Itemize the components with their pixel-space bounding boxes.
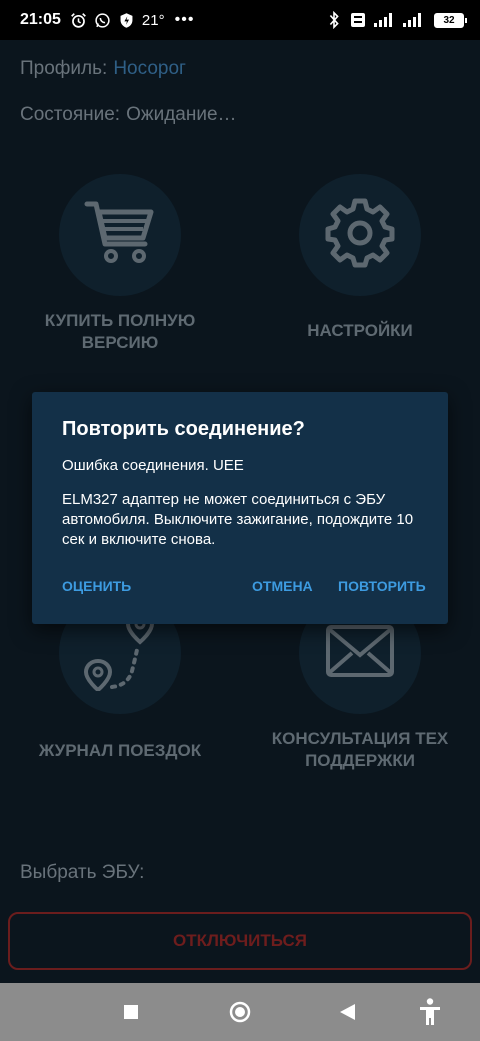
bluetooth-icon (325, 11, 343, 29)
battery-icon: 32 (434, 12, 467, 28)
settings-tile[interactable]: НАСТРОЙКИ (260, 174, 460, 342)
status-temperature: 21° (141, 11, 165, 29)
state-label: Состояние: (20, 104, 121, 125)
retry-connection-dialog: Повторить соединение? Ошибка соединения.… (32, 392, 448, 624)
support-label-line2: ПОДДЕРЖКИ (305, 751, 415, 770)
home-icon[interactable] (228, 1000, 252, 1024)
whatsapp-icon (94, 11, 112, 29)
settings-circle (299, 174, 421, 296)
status-overflow: ••• (174, 11, 195, 28)
signal-icon (373, 11, 395, 29)
gear-icon (324, 197, 396, 274)
cart-icon (83, 198, 157, 273)
alarm-icon (70, 11, 88, 29)
buy-circle (59, 174, 181, 296)
status-bar: 21:05 21° ••• 32 (0, 0, 480, 40)
trips-label: ЖУРНАЛ ПОЕЗДОК (20, 740, 220, 762)
buy-label: КУПИТЬ ПОЛНУЮ ВЕРСИЮ (20, 310, 220, 354)
settings-label-line1: НАСТРОЙКИ (307, 321, 413, 340)
accessibility-icon[interactable] (418, 997, 442, 1027)
buy-full-version-tile[interactable]: КУПИТЬ ПОЛНУЮ ВЕРСИЮ (20, 174, 220, 354)
trips-label-line1: ЖУРНАЛ ПОЕЗДОК (38, 741, 202, 760)
dialog-message: ELM327 адаптер не может соединиться с ЭБ… (62, 491, 414, 548)
support-label: КОНСУЛЬТАЦИЯ ТЕХ ПОДДЕРЖКИ (260, 728, 460, 772)
profile-row: Профиль: Носорог (20, 58, 186, 80)
profile-value[interactable]: Носорог (113, 58, 186, 79)
settings-label: НАСТРОЙКИ (260, 320, 460, 342)
dialog-error-line: Ошибка соединения. UEE (62, 457, 244, 474)
select-ecu-label[interactable]: Выбрать ЭБУ: (20, 862, 144, 884)
rate-button[interactable]: ОЦЕНИТЬ (62, 578, 131, 594)
state-value: Ожидание… (126, 104, 237, 125)
navigation-bar (0, 983, 480, 1041)
4g-signal-icon (401, 11, 425, 29)
buy-label-line2: ВЕРСИЮ (81, 333, 159, 352)
profile-label: Профиль: (20, 58, 108, 79)
cancel-button[interactable]: ОТМЕНА (252, 578, 313, 594)
back-icon[interactable] (338, 1003, 356, 1021)
dialog-title: Повторить соединение? (62, 418, 305, 440)
volte-icon (349, 11, 367, 29)
support-label-line1: КОНСУЛЬТАЦИЯ ТЕХ (271, 729, 449, 748)
state-row: Состояние: Ожидание… (20, 104, 237, 126)
shield-icon (118, 11, 136, 29)
retry-button[interactable]: ПОВТОРИТЬ (338, 578, 426, 594)
disconnect-button[interactable]: ОТКЛЮЧИТЬСЯ (8, 912, 472, 970)
status-time: 21:05 (20, 11, 61, 28)
mail-icon (325, 624, 395, 683)
recents-icon[interactable] (122, 1003, 140, 1021)
buy-label-line1: КУПИТЬ ПОЛНУЮ (44, 311, 196, 330)
